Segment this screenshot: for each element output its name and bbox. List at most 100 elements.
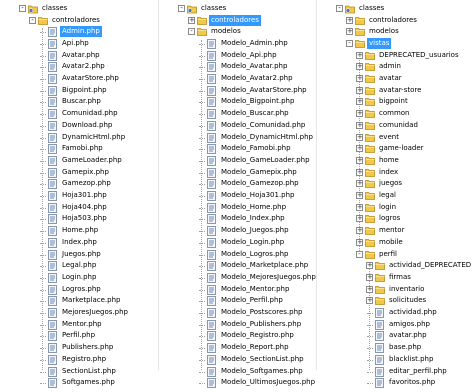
expand-toggle-icon[interactable]: + [356, 75, 363, 83]
tree-item-file[interactable]: Modelo_SectionList.php [159, 354, 317, 365]
tree-item-folder[interactable]: + login [317, 202, 474, 213]
tree-item-file[interactable]: Modelo_Registro.php [159, 330, 317, 342]
tree-item-folder[interactable]: + logros [317, 213, 474, 224]
tree-item-file[interactable]: DynamicHtml.php [0, 132, 158, 143]
tree-item-file[interactable]: Perfil.php [0, 330, 158, 342]
expand-toggle-icon[interactable]: + [188, 16, 195, 24]
tree-item-file[interactable]: Modelo_Avatar.php [159, 61, 317, 73]
tree-item-file[interactable]: editar_perfil.php [317, 366, 474, 377]
tree-item-file[interactable]: blacklist.php [317, 354, 474, 365]
expand-toggle-icon[interactable]: + [366, 262, 373, 270]
tree-item-folder[interactable]: + avatar-store [317, 85, 474, 96]
tree-item-file[interactable]: Avatar.php [0, 50, 158, 61]
tree-item-file[interactable]: Modelo_Api.php [159, 50, 317, 61]
tree-item-vistas[interactable]: - vistas [317, 37, 474, 49]
collapse-toggle-icon[interactable]: - [29, 16, 36, 24]
tree-item-file[interactable]: Home.php [0, 225, 158, 237]
tree-item-folder[interactable]: + avatar [317, 73, 474, 84]
tree-panel-modelos[interactable]: - classes + controladores - modelos Modelo_Adm… [158, 0, 317, 389]
tree-item-folder[interactable]: + mentor [317, 225, 474, 236]
tree-item-file[interactable]: MejoresJuegos.php [0, 307, 158, 318]
tree-item-file[interactable]: Softgames.php [0, 377, 158, 389]
tree-item-file[interactable]: Modelo_Perfil.php [159, 295, 317, 307]
tree-item-file[interactable]: Mentor.php [0, 319, 158, 330]
tree-item-file[interactable]: Famobi.php [0, 143, 158, 155]
tree-item-file[interactable]: Download.php [0, 120, 158, 131]
tree-item-file[interactable]: Modelo_Marketplace.php [159, 260, 317, 272]
tree-item-file[interactable]: Modelo_Softgames.php [159, 366, 317, 377]
tree-item-file[interactable]: Juegos.php [0, 249, 158, 260]
tree-item-file[interactable]: Publishers.php [0, 342, 158, 354]
tree-item-file[interactable]: avatar.php [317, 330, 474, 342]
tree-item-controladores[interactable]: + controladores [159, 14, 317, 26]
expand-toggle-icon[interactable]: + [356, 168, 363, 176]
collapse-toggle-icon[interactable]: - [346, 39, 353, 47]
tree-item-folder[interactable]: + juegos [317, 178, 474, 189]
collapse-toggle-icon[interactable]: - [356, 250, 363, 258]
tree-item-file[interactable]: actividad.php [317, 307, 474, 318]
tree-item-folder[interactable]: + event [317, 132, 474, 143]
collapse-toggle-icon[interactable]: - [188, 28, 195, 36]
tree-item-file[interactable]: Modelo_Logros.php [159, 249, 317, 260]
tree-item-folder[interactable]: + firmas [317, 272, 474, 283]
expand-toggle-icon[interactable]: + [356, 238, 363, 246]
tree-panel-controladores[interactable]: - classes - controladores Admin.php Api.php Av… [0, 0, 158, 389]
expand-toggle-icon[interactable]: + [356, 156, 363, 164]
tree-panel-vistas[interactable]: - classes + controladores + modelos - vistas + DE… [316, 0, 474, 389]
tree-item-classes[interactable]: - classes [159, 3, 317, 14]
expand-toggle-icon[interactable]: + [356, 51, 363, 59]
tree-item-file[interactable]: Modelo_Hoja301.php [159, 190, 317, 201]
tree-item-classes[interactable]: - classes [0, 3, 158, 14]
expand-toggle-icon[interactable]: + [356, 145, 363, 153]
tree-item-file[interactable]: Modelo_Index.php [159, 213, 317, 225]
tree-item-file[interactable]: Modelo_Home.php [159, 202, 317, 213]
expand-toggle-icon[interactable]: + [366, 297, 373, 305]
tree-item-file[interactable]: Modelo_Mentor.php [159, 284, 317, 295]
tree-item-file[interactable]: Modelo_Gamepix.php [159, 167, 317, 178]
tree-item-file[interactable]: Modelo_Avatar2.php [159, 73, 317, 84]
tree-item-file[interactable]: Modelo_Publishers.php [159, 319, 317, 330]
tree-item-folder[interactable]: + game-loader [317, 143, 474, 154]
tree-item-classes[interactable]: - classes [317, 3, 474, 14]
expand-toggle-icon[interactable]: + [356, 86, 363, 94]
tree-item-folder[interactable]: + common [317, 108, 474, 119]
tree-item-controladores[interactable]: + controladores [317, 15, 474, 26]
tree-item-file[interactable]: Hoja503.php [0, 213, 158, 225]
tree-item-file[interactable]: Avatar2.php [0, 61, 158, 73]
tree-item-file[interactable]: Modelo_Famobi.php [159, 143, 317, 155]
expand-toggle-icon[interactable]: + [356, 63, 363, 71]
tree-item-file[interactable]: Index.php [0, 237, 158, 248]
tree-item-file[interactable]: Modelo_AvatarStore.php [159, 85, 317, 96]
tree-item-folder[interactable]: - perfil [317, 249, 474, 260]
collapse-toggle-icon[interactable]: - [178, 5, 185, 13]
tree-item-folder[interactable]: + admin [317, 61, 474, 72]
tree-item-folder[interactable]: + inventario [317, 284, 474, 295]
tree-item-folder[interactable]: + solicitudes [317, 295, 474, 306]
tree-item-file[interactable]: Modelo_Admin.php [159, 38, 317, 49]
tree-item-modelos[interactable]: - modelos [159, 26, 317, 37]
tree-item-folder[interactable]: + home [317, 155, 474, 166]
tree-item-file[interactable]: amigos.php [317, 319, 474, 330]
tree-item-file[interactable]: Modelo_MejoresJuegos.php [159, 272, 317, 283]
tree-item-file[interactable]: Legal.php [0, 260, 158, 272]
expand-toggle-icon[interactable]: + [356, 121, 363, 129]
tree-item-file[interactable]: Admin.php [0, 26, 158, 38]
tree-item-file[interactable]: Login.php [0, 272, 158, 283]
tree-item-file[interactable]: base.php [317, 342, 474, 354]
tree-item-file[interactable]: Marketplace.php [0, 295, 158, 307]
tree-item-file[interactable]: Modelo_Bigpoint.php [159, 96, 317, 108]
tree-item-file[interactable]: Hoja404.php [0, 202, 158, 213]
expand-toggle-icon[interactable]: + [366, 273, 373, 281]
expand-toggle-icon[interactable]: + [356, 180, 363, 188]
tree-item-folder[interactable]: + index [317, 167, 474, 178]
tree-item-file[interactable]: Modelo_Gamezop.php [159, 178, 317, 190]
tree-item-file[interactable]: Logros.php [0, 284, 158, 295]
tree-item-file[interactable]: Bigpoint.php [0, 85, 158, 96]
tree-item-folder[interactable]: + comunidad [317, 120, 474, 131]
tree-item-file[interactable]: Comunidad.php [0, 108, 158, 120]
tree-item-file[interactable]: Modelo_Buscar.php [159, 108, 317, 120]
tree-item-folder[interactable]: + mobile [317, 237, 474, 248]
tree-item-file[interactable]: Modelo_Comunidad.php [159, 120, 317, 131]
tree-item-file[interactable]: Buscar.php [0, 96, 158, 108]
tree-item-folder[interactable]: + bigpoint [317, 96, 474, 107]
